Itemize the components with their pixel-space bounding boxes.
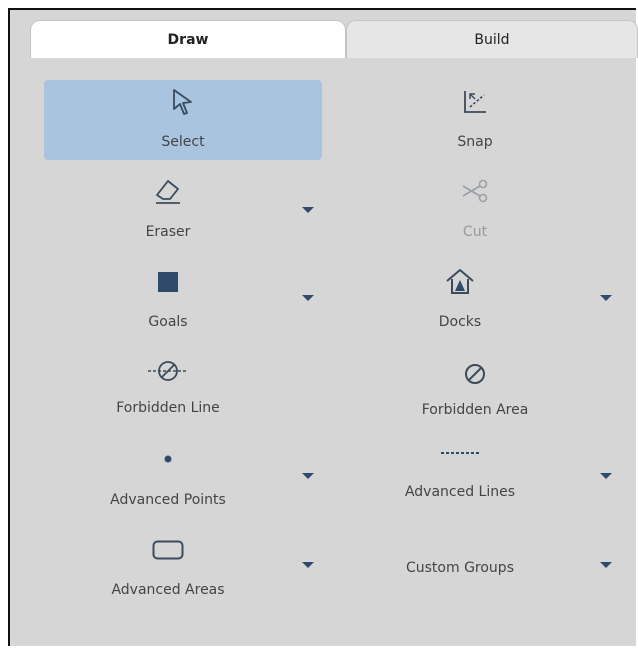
tab-draw[interactable]: Draw [30,20,346,58]
advanced-lines-tool[interactable]: Advanced Lines [336,440,584,520]
eraser-icon [44,176,292,206]
advanced-points-dropdown-caret[interactable] [302,473,314,479]
custom-groups-tool[interactable]: Custom Groups [336,530,584,610]
advanced-points-tool[interactable]: Advanced Points [44,440,292,520]
docks-dropdown-caret[interactable] [600,295,612,301]
forbidden-line-icon [44,358,292,384]
custom-groups-dropdown-caret[interactable] [600,562,612,568]
cursor-arrow-icon [44,88,322,116]
cut-tool[interactable]: Cut [336,170,614,250]
rounded-rect-icon [44,540,292,560]
tab-build[interactable]: Build [346,20,638,58]
forbidden-area-tool[interactable]: Forbidden Area [336,350,614,430]
dock-house-icon [336,266,584,296]
advanced-lines-tool-label: Advanced Lines [404,484,516,500]
forbidden-line-tool[interactable]: Forbidden Line [44,350,292,430]
dashed-line-icon [336,450,584,456]
docks-tool[interactable]: Docks [336,260,584,340]
point-icon [44,454,292,464]
docks-tool-label: Docks [438,314,482,330]
eraser-dropdown-caret[interactable] [302,207,314,213]
forbidden-area-tool-label: Forbidden Area [421,402,529,418]
advanced-areas-tool-label: Advanced Areas [111,582,225,598]
eraser-tool[interactable]: Eraser [44,170,292,250]
goals-dropdown-caret[interactable] [302,295,314,301]
cut-tool-label: Cut [462,224,488,240]
select-tool[interactable]: Select [44,80,322,160]
snap-icon [336,88,614,116]
square-icon [44,272,292,292]
eraser-tool-label: Eraser [145,224,191,240]
snap-tool-label: Snap [457,134,493,150]
forbidden-area-icon [336,362,614,386]
scissors-icon [336,178,614,204]
advanced-areas-dropdown-caret[interactable] [302,562,314,568]
snap-tool[interactable]: Snap [336,80,614,160]
tool-panel: Draw Build Select Snap Eraser Cut Goals … [8,8,638,646]
advanced-lines-dropdown-caret[interactable] [600,473,612,479]
goals-tool[interactable]: Goals [44,260,292,340]
forbidden-line-tool-label: Forbidden Line [116,400,220,416]
advanced-areas-tool[interactable]: Advanced Areas [44,530,292,610]
advanced-points-tool-label: Advanced Points [110,492,226,508]
goals-tool-label: Goals [148,314,188,330]
select-tool-label: Select [161,134,205,150]
custom-groups-tool-label: Custom Groups [405,560,514,576]
